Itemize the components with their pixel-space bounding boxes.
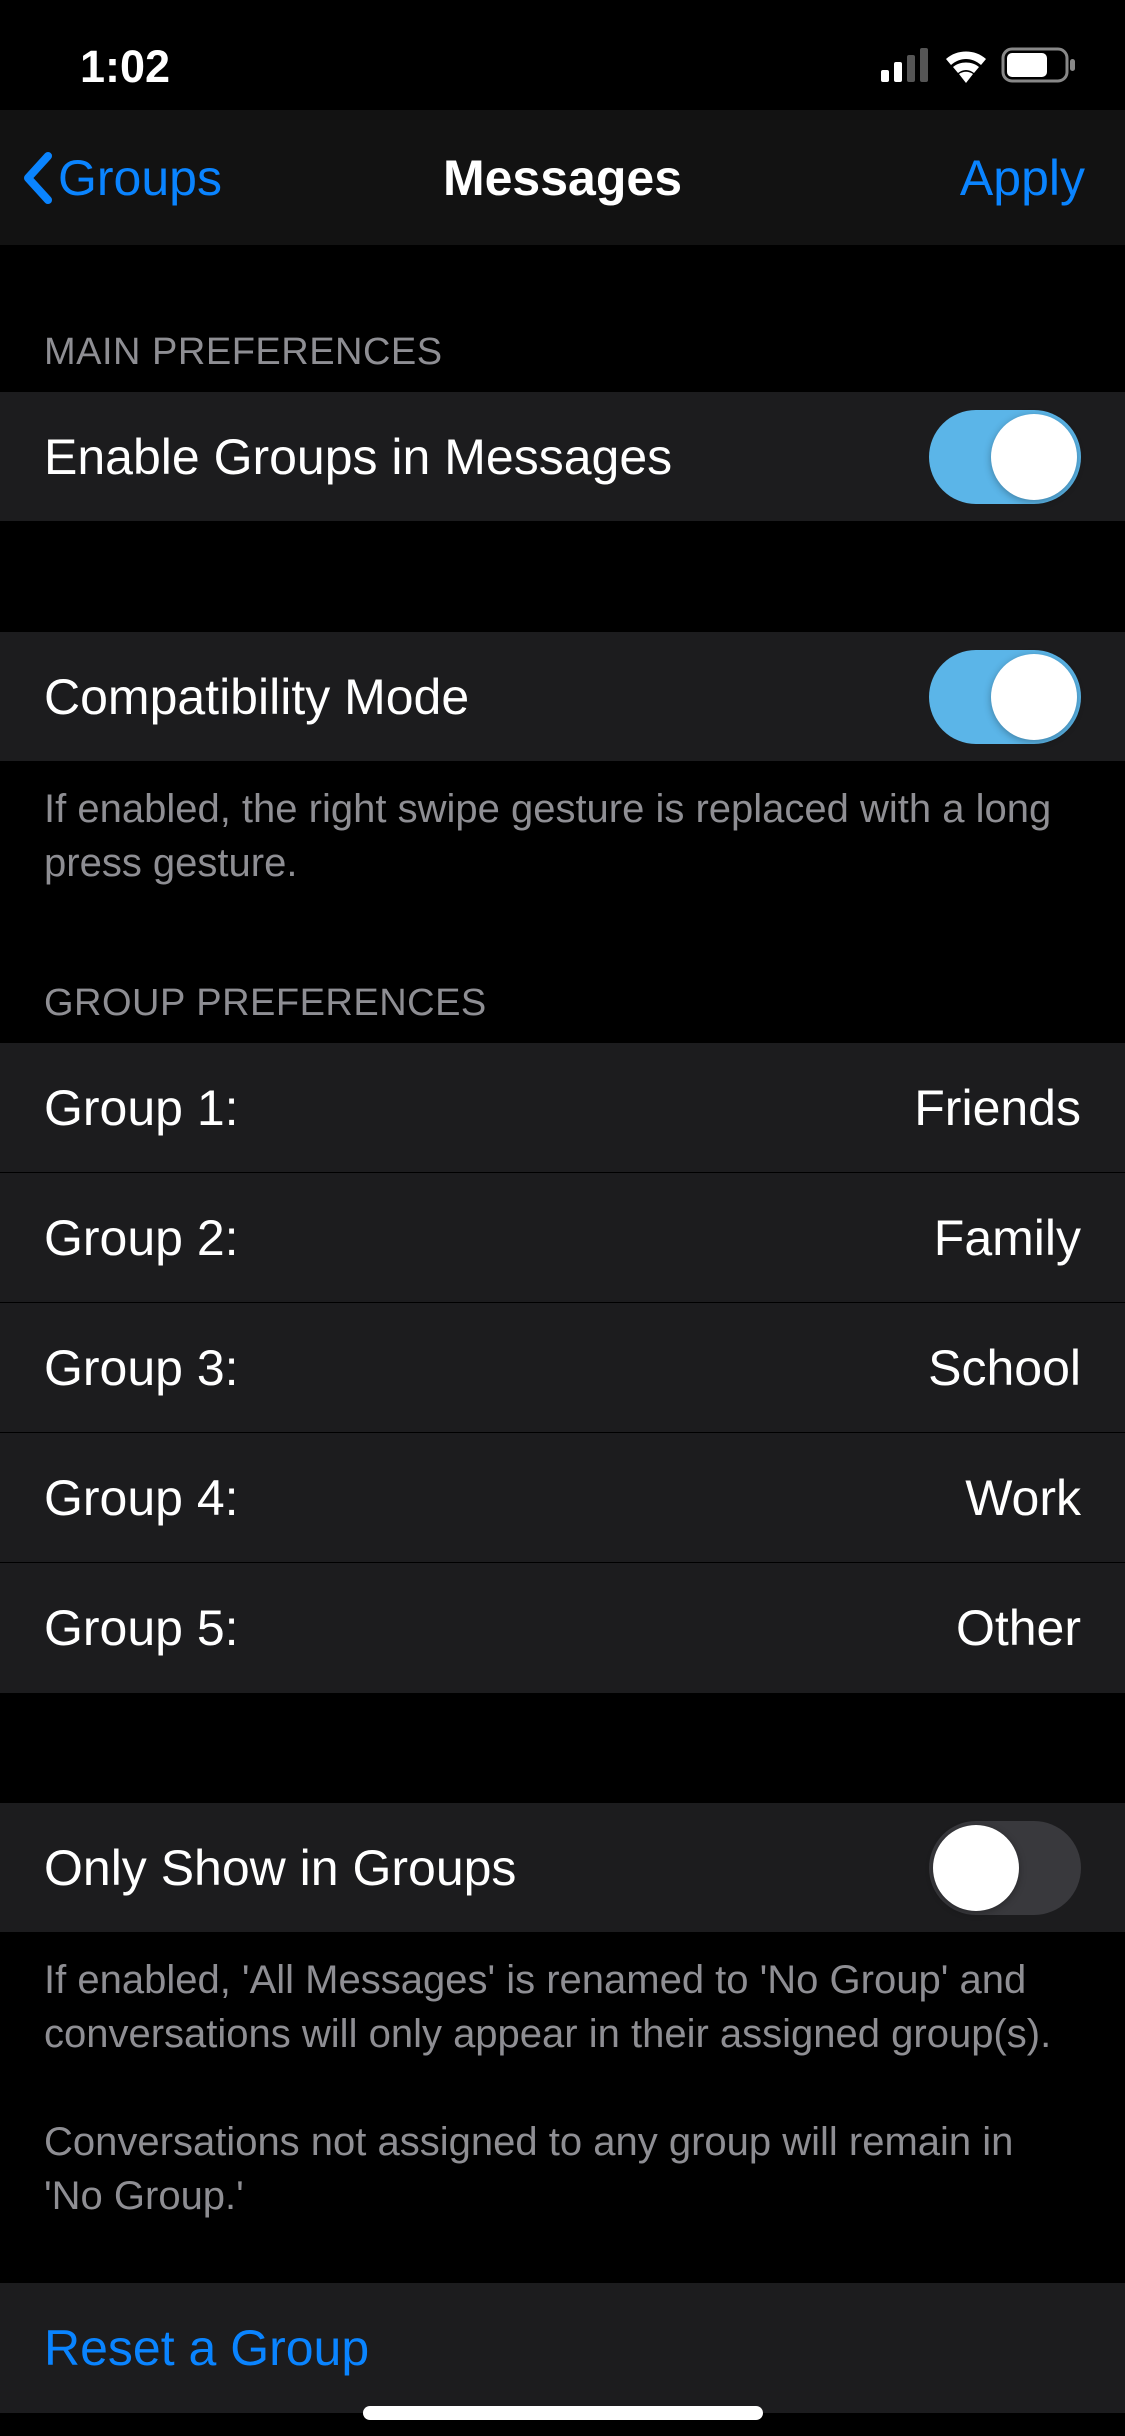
group-key: Group 4: (44, 1469, 334, 1527)
status-indicators (881, 47, 1077, 88)
group-value: Friends (914, 1079, 1081, 1137)
enable-groups-cell: Enable Groups in Messages (0, 392, 1125, 522)
group-key: Group 1: (44, 1079, 334, 1137)
group-row[interactable]: Group 1: Friends (0, 1043, 1125, 1173)
spacer (0, 1693, 1125, 1803)
group-value: Other (956, 1599, 1081, 1657)
group-row[interactable]: Group 4: Work (0, 1433, 1125, 1563)
section-header-main: MAIN PREFERENCES (0, 245, 1125, 392)
group-row[interactable]: Group 3: School (0, 1303, 1125, 1433)
only-show-label: Only Show in Groups (44, 1839, 516, 1897)
group-key: Group 5: (44, 1599, 334, 1657)
toggle-knob (991, 654, 1077, 740)
only-show-footer: If enabled, 'All Messages' is renamed to… (0, 1933, 1125, 2243)
back-button[interactable]: Groups (22, 149, 222, 207)
battery-icon (1001, 47, 1077, 88)
section-header-group: GROUP PREFERENCES (0, 910, 1125, 1043)
group-row[interactable]: Group 2: Family (0, 1173, 1125, 1303)
cellular-signal-icon (881, 48, 931, 87)
group-row[interactable]: Group 5: Other (0, 1563, 1125, 1693)
compat-mode-toggle[interactable] (929, 650, 1081, 744)
compat-mode-cell: Compatibility Mode (0, 632, 1125, 762)
status-bar: 1:02 (0, 0, 1125, 110)
group-key: Group 2: (44, 1209, 334, 1267)
reset-group-label: Reset a Group (44, 2319, 369, 2377)
reset-group-cell[interactable]: Reset a Group (0, 2283, 1125, 2413)
spacer (0, 2243, 1125, 2283)
home-indicator[interactable] (363, 2406, 763, 2420)
nav-bar: Groups Messages Apply (0, 110, 1125, 245)
apply-button[interactable]: Apply (960, 149, 1085, 207)
group-value: School (928, 1339, 1081, 1397)
toggle-knob (933, 1825, 1019, 1911)
status-time: 1:02 (80, 41, 170, 93)
toggle-knob (991, 414, 1077, 500)
only-show-toggle[interactable] (929, 1821, 1081, 1915)
enable-groups-toggle[interactable] (929, 410, 1081, 504)
spacer (0, 522, 1125, 632)
back-label: Groups (58, 149, 222, 207)
compat-mode-footer: If enabled, the right swipe gesture is r… (0, 762, 1125, 910)
compat-mode-label: Compatibility Mode (44, 668, 469, 726)
chevron-back-icon (22, 152, 52, 204)
group-value: Work (965, 1469, 1081, 1527)
only-show-cell: Only Show in Groups (0, 1803, 1125, 1933)
wifi-icon (941, 47, 991, 88)
group-value: Family (934, 1209, 1081, 1267)
group-key: Group 3: (44, 1339, 334, 1397)
enable-groups-label: Enable Groups in Messages (44, 428, 672, 486)
